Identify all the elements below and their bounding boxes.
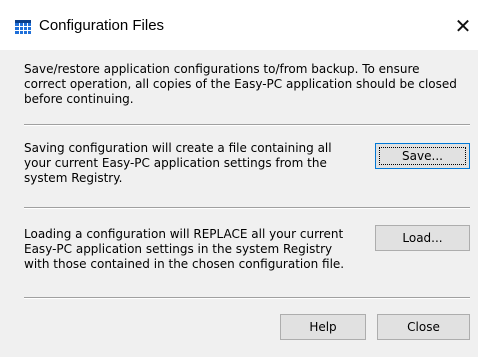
intro-line: before continuing. xyxy=(24,92,134,106)
save-line: Saving configuration will create a file … xyxy=(24,141,332,155)
separator xyxy=(24,207,470,209)
save-description: Saving configuration will create a file … xyxy=(24,141,332,186)
intro-description: Save/restore application configurations … xyxy=(24,62,457,107)
separator xyxy=(24,297,470,299)
load-line: Loading a configuration will REPLACE all… xyxy=(24,227,344,241)
help-button-label: Help xyxy=(309,320,337,334)
save-line: your current Easy-PC application setting… xyxy=(24,156,327,170)
load-line: Easy-PC application settings in the syst… xyxy=(24,242,333,256)
close-window-icon[interactable]: ✕ xyxy=(448,11,478,41)
separator xyxy=(24,124,470,126)
configuration-files-dialog: Configuration Files ✕ Save/restore appli… xyxy=(0,0,478,357)
save-line: system Registry. xyxy=(24,171,123,185)
save-button[interactable]: Save... xyxy=(375,143,470,169)
window-title: Configuration Files xyxy=(39,17,165,34)
title-bar[interactable]: Configuration Files ✕ xyxy=(0,0,478,50)
intro-line: Save/restore application configurations … xyxy=(24,62,420,76)
intro-line: correct operation, all copies of the Eas… xyxy=(24,77,457,91)
load-button[interactable]: Load... xyxy=(375,225,470,251)
load-line: with those contained in the chosen confi… xyxy=(24,257,345,271)
close-button-label: Close xyxy=(407,320,440,334)
help-button[interactable]: Help xyxy=(280,314,366,340)
grid-app-icon xyxy=(15,20,31,34)
load-description: Loading a configuration will REPLACE all… xyxy=(24,227,344,272)
close-button[interactable]: Close xyxy=(377,314,470,340)
save-button-label: Save... xyxy=(402,149,443,163)
load-button-label: Load... xyxy=(402,231,443,245)
